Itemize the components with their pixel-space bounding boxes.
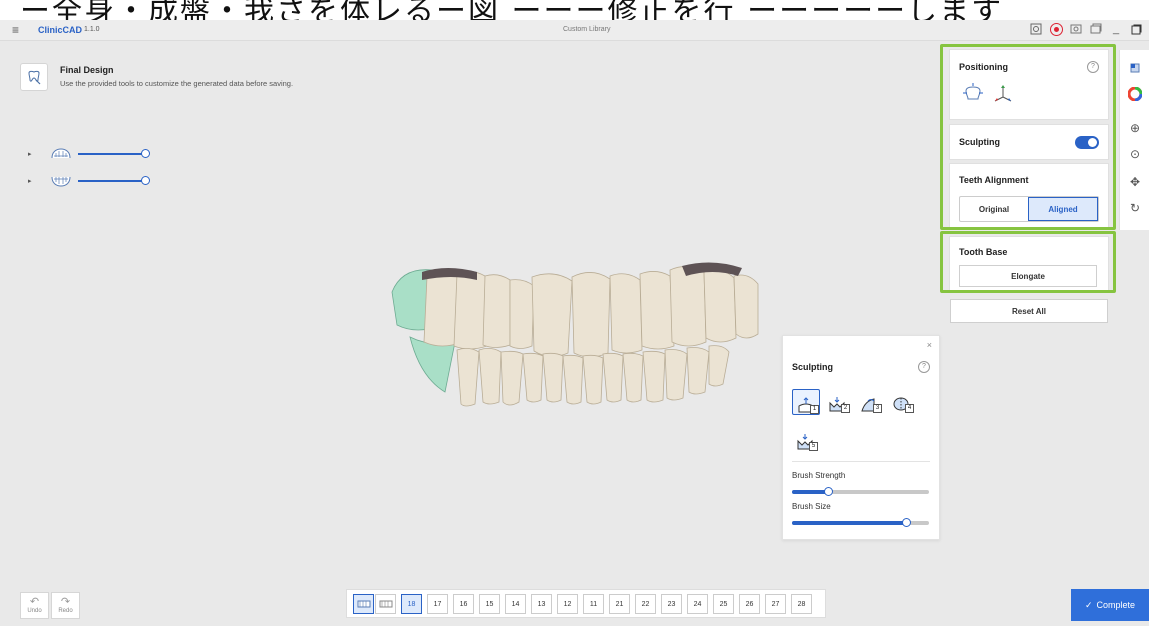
sculpt-add-tool[interactable]: 1: [792, 389, 820, 415]
sculpt-smooth-tool[interactable]: 3: [856, 389, 882, 413]
tooth-number-button[interactable]: 18: [401, 594, 422, 614]
sculpt-remove-tool[interactable]: 2: [824, 389, 850, 413]
tooth-number-button[interactable]: 23: [661, 594, 682, 614]
tooth-base-panel: Tooth Base Elongate: [949, 236, 1109, 293]
tooth-number-button[interactable]: 12: [557, 594, 578, 614]
teeth-alignment-title: Teeth Alignment: [959, 175, 1029, 185]
upper-arch-button[interactable]: [353, 594, 374, 614]
brush-size-slider[interactable]: [792, 518, 929, 527]
menu-icon[interactable]: ≡: [12, 24, 19, 36]
window-icon[interactable]: [1089, 22, 1103, 36]
sculpting-panel: Sculpting: [949, 124, 1109, 160]
page-subtitle: Use the provided tools to customize the …: [60, 79, 294, 88]
color-wheel-icon[interactable]: [1127, 86, 1143, 102]
elongate-button[interactable]: Elongate: [959, 265, 1097, 287]
sculpting-popup-title: Sculpting: [792, 362, 833, 372]
redo-button[interactable]: ↷ Redo: [51, 592, 80, 619]
screenshot-icon[interactable]: [1029, 22, 1043, 36]
sculpting-title: Sculpting: [959, 137, 1000, 147]
zoom-fit-icon[interactable]: ⊙: [1127, 146, 1143, 162]
tooth-number-button[interactable]: 13: [531, 594, 552, 614]
record-icon[interactable]: [1049, 22, 1063, 36]
axis-position-icon[interactable]: [992, 83, 1014, 103]
teeth-alignment-panel: Teeth Alignment Original Aligned: [949, 163, 1109, 228]
tooth-number-button[interactable]: 21: [609, 594, 630, 614]
upper-jaw-icon: [51, 148, 71, 159]
cube-icon[interactable]: [1127, 60, 1143, 76]
tooth-number-button[interactable]: 26: [739, 594, 760, 614]
undo-icon: ↶: [29, 596, 40, 608]
sculpting-popup: × Sculpting ? 1 2 3 4 5 Brush Strength B…: [782, 335, 940, 540]
reset-all-button[interactable]: Reset All: [950, 299, 1108, 323]
complete-button[interactable]: ✓ Complete: [1071, 589, 1149, 621]
tooth-number-button[interactable]: 25: [713, 594, 734, 614]
lower-arch-button[interactable]: [375, 594, 396, 614]
title-bar: ≡ ClinicCAD 1.1.0 Custom Library _: [0, 20, 1149, 41]
tooth-number-button[interactable]: 28: [791, 594, 812, 614]
right-toolbar: ⊕ ⊙ ✥ ↻: [1119, 50, 1149, 230]
brush-strength-label: Brush Strength: [792, 471, 846, 480]
alignment-toggle-group: Original Aligned: [959, 196, 1099, 222]
sculpt-flatten-tool[interactable]: 5: [792, 427, 818, 451]
tooth-number-button[interactable]: 24: [687, 594, 708, 614]
expand-arrow-icon[interactable]: ▸: [28, 150, 38, 158]
minimize-icon[interactable]: _: [1109, 22, 1123, 36]
app-version: 1.1.0: [84, 26, 100, 33]
zoom-in-icon[interactable]: ⊕: [1127, 120, 1143, 136]
undo-redo-group: ↶ Undo ↷ Redo: [20, 592, 80, 619]
lower-jaw-icon: [51, 176, 71, 187]
layer-upper-jaw[interactable]: ▸: [28, 146, 150, 162]
tooth-number-button[interactable]: 22: [635, 594, 656, 614]
rotate-icon[interactable]: ↻: [1127, 200, 1143, 216]
original-button[interactable]: Original: [960, 197, 1028, 221]
app-name: ClinicCAD: [38, 25, 83, 35]
help-icon[interactable]: ?: [1087, 61, 1099, 73]
camera-icon[interactable]: [1069, 22, 1083, 36]
layer-lower-jaw[interactable]: ▸: [28, 173, 150, 189]
maximize-icon[interactable]: [1129, 22, 1143, 36]
brush-size-label: Brush Size: [792, 502, 831, 511]
aligned-button[interactable]: Aligned: [1028, 197, 1098, 221]
undo-button[interactable]: ↶ Undo: [20, 592, 49, 619]
sculpt-reshape-tool[interactable]: 4: [888, 389, 914, 413]
tooth-number-button[interactable]: 17: [427, 594, 448, 614]
tooth-number-button[interactable]: 14: [505, 594, 526, 614]
tooth-number-bar: 18 17 16 15 14 13 12 11 21 22 23 24 25 26 27 28: [346, 589, 826, 618]
tooth-design-icon: [20, 63, 48, 91]
auto-position-icon[interactable]: [962, 83, 984, 103]
check-icon: ✓: [1084, 599, 1093, 610]
expand-arrow-icon[interactable]: ▸: [28, 177, 38, 185]
tooth-base-title: Tooth Base: [959, 247, 1008, 257]
redo-icon: ↷: [60, 596, 71, 608]
positioning-panel: Positioning ?: [949, 49, 1109, 120]
tooth-number-button[interactable]: 27: [765, 594, 786, 614]
tooth-number-button[interactable]: 15: [479, 594, 500, 614]
tooth-number-button[interactable]: 11: [583, 594, 604, 614]
layer-opacity-slider[interactable]: [78, 149, 150, 158]
layer-opacity-slider[interactable]: [78, 176, 150, 185]
brush-strength-slider[interactable]: [792, 487, 929, 496]
sculpting-toggle[interactable]: [1075, 136, 1099, 149]
tooth-number-button[interactable]: 16: [453, 594, 474, 614]
dental-3d-model[interactable]: [382, 262, 782, 410]
positioning-title: Positioning: [959, 62, 1008, 72]
top-caption-banner: ー全身・成盤・我さを体レるー図 ーーー修正を行 ーーーーーします: [0, 0, 1149, 20]
help-icon[interactable]: ?: [918, 361, 930, 373]
window-title: Custom Library: [563, 26, 611, 33]
move-icon[interactable]: ✥: [1127, 174, 1143, 190]
divider: [792, 461, 930, 462]
close-icon[interactable]: ×: [927, 340, 932, 350]
page-title: Final Design: [60, 65, 114, 75]
